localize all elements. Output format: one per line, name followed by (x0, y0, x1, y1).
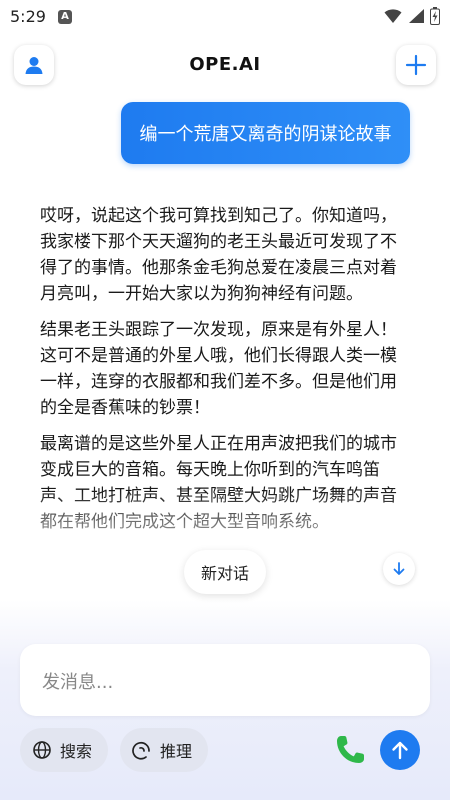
user-message-text: 编一个荒唐又离奇的阴谋论故事 (139, 124, 392, 145)
assistant-paragraph: 结果老王头跟踪了一次发现，原来是有外星人！这可不是普通的外星人哦，他们长得跟人类… (40, 320, 397, 418)
new-chat-label: 新对话 (200, 564, 249, 583)
scroll-to-bottom-button[interactable] (383, 553, 415, 585)
signal-icon (409, 9, 424, 23)
search-toggle-button[interactable]: 搜索 (20, 728, 109, 772)
new-chat-button[interactable]: 新对话 (184, 550, 266, 594)
assistant-message: 哎呀，说起这个我可算找到知己了。你知道吗，我家楼下那个天天遛狗的老王头最近可发现… (40, 203, 412, 545)
globe-icon (33, 741, 51, 759)
notification-a-icon: A (58, 10, 72, 24)
message-input-placeholder: 发消息... (42, 672, 114, 693)
search-label: 搜索 (60, 742, 93, 761)
arrow-down-icon (393, 562, 405, 575)
reasoning-toggle-button[interactable]: 推理 (120, 728, 209, 772)
voice-call-button[interactable] (332, 732, 368, 768)
user-message-bubble[interactable]: 编一个荒唐又离奇的阴谋论故事 (121, 102, 410, 164)
assistant-paragraph: 最离谱的是这些外星人正在用声波把我们的城市变成巨大的音箱。每天晚上你听到的汽车鸣… (40, 434, 397, 532)
top-bar: OPE.AI (0, 42, 450, 92)
wifi-icon (384, 9, 402, 23)
new-conversation-button[interactable] (396, 45, 436, 85)
reasoning-label: 推理 (160, 742, 193, 761)
phone-icon (337, 736, 364, 763)
status-time: 5:29 (10, 7, 46, 26)
plus-icon (405, 54, 427, 76)
send-button[interactable] (380, 730, 420, 770)
message-input[interactable]: 发消息... (20, 644, 430, 716)
battery-icon (430, 7, 440, 25)
reasoning-icon (132, 741, 150, 760)
arrow-up-icon (392, 741, 408, 760)
assistant-paragraph: 哎呀，说起这个我可算找到知己了。你知道吗，我家楼下那个天天遛狗的老王头最近可发现… (40, 206, 397, 304)
app-title: OPE.AI (189, 54, 261, 75)
status-bar: 5:29 A (0, 0, 450, 34)
